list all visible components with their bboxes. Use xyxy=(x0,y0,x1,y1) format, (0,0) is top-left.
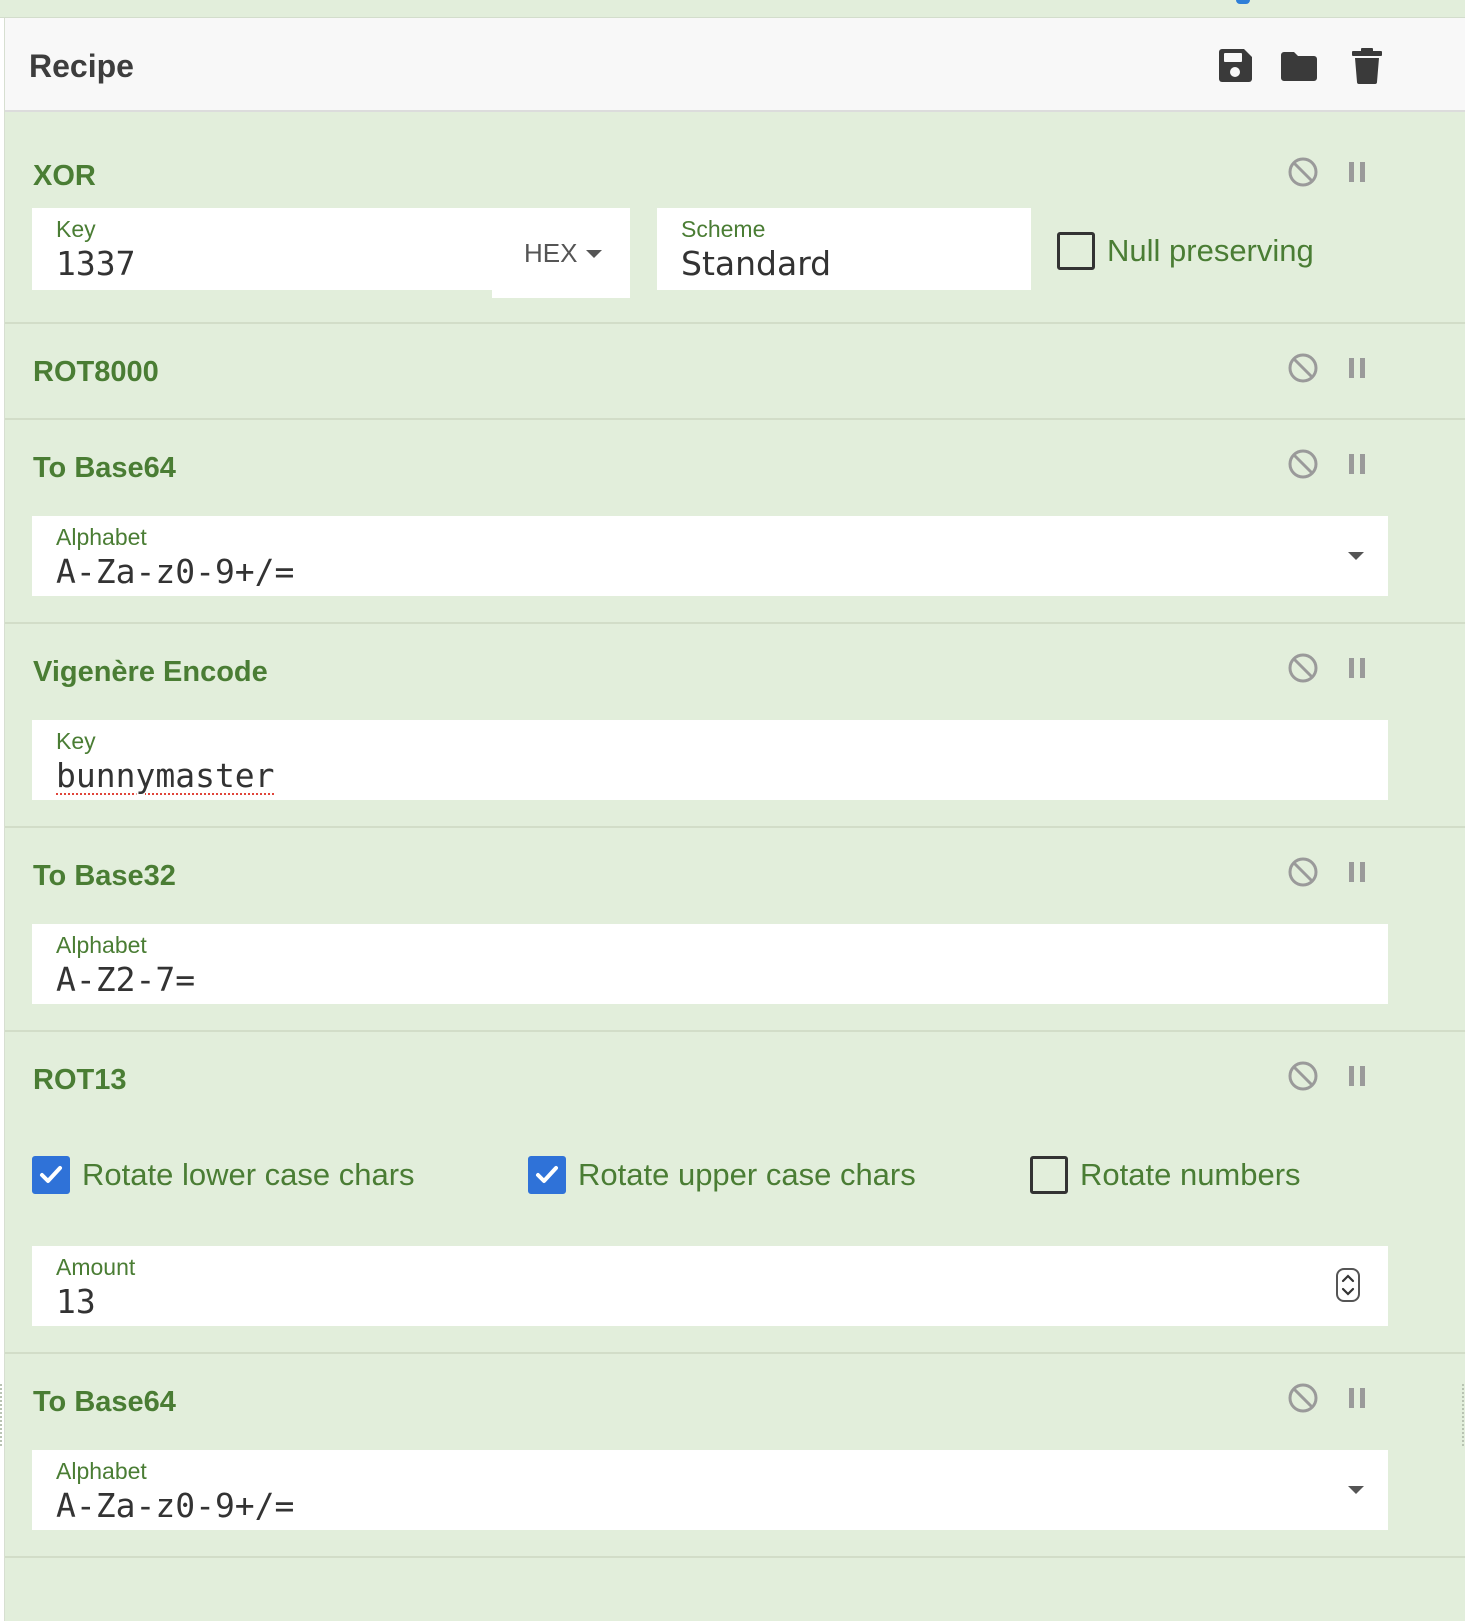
chevron-down-icon xyxy=(586,250,602,258)
operation-xor[interactable]: XOR Key 1337 HEX Scheme Standard Null pr… xyxy=(5,112,1465,324)
key-format-label: HEX xyxy=(524,238,578,268)
alphabet-value: A-Za-z0-9+/= xyxy=(56,1486,295,1525)
breakpoint-icon[interactable] xyxy=(1339,854,1375,890)
alphabet-value: A-Za-z0-9+/= xyxy=(56,552,295,591)
recipe-panel: Recipe XOR Key 1337 HEX Scheme Standard … xyxy=(4,18,1465,1621)
breakpoint-icon[interactable] xyxy=(1339,1058,1375,1094)
chevron-down-icon[interactable] xyxy=(1348,552,1364,560)
field-label: Key xyxy=(56,728,96,754)
operation-vigenere-encode[interactable]: Vigenère Encode Key bunnymaster xyxy=(5,624,1465,828)
disable-icon[interactable] xyxy=(1285,854,1321,890)
drag-handle-left xyxy=(0,1384,3,1446)
trash-icon[interactable] xyxy=(1347,46,1387,86)
recipe-header: Recipe xyxy=(5,18,1465,112)
field-label: Amount xyxy=(56,1254,136,1280)
save-icon[interactable] xyxy=(1215,46,1255,86)
checkbox-box[interactable] xyxy=(1057,232,1095,270)
chevron-down-icon[interactable] xyxy=(1348,1486,1364,1494)
checkbox-box[interactable] xyxy=(32,1156,70,1194)
operation-to-base32[interactable]: To Base32 Alphabet A-Z2-7= xyxy=(5,828,1465,1032)
breakpoint-icon[interactable] xyxy=(1339,650,1375,686)
recipe-title: Recipe xyxy=(29,48,134,84)
app-root: Recipe XOR Key 1337 HEX Scheme Standard … xyxy=(0,0,1465,1621)
checkbox-label: Rotate numbers xyxy=(1080,1157,1301,1192)
breakpoint-icon[interactable] xyxy=(1339,1380,1375,1416)
disable-icon[interactable] xyxy=(1285,1058,1321,1094)
operation-rot8000[interactable]: ROT8000 xyxy=(5,324,1465,420)
disable-icon[interactable] xyxy=(1285,1380,1321,1416)
alphabet-select[interactable]: Alphabet A-Za-z0-9+/= xyxy=(32,1450,1388,1530)
rotate-upper-checkbox[interactable]: Rotate upper case chars xyxy=(528,1156,916,1194)
disable-icon[interactable] xyxy=(1285,446,1321,482)
check-icon xyxy=(536,1166,558,1183)
disable-icon[interactable] xyxy=(1285,650,1321,686)
operation-title: To Base32 xyxy=(33,860,176,892)
field-label: Alphabet xyxy=(56,1458,147,1484)
xor-key-field[interactable]: Key 1337 xyxy=(32,208,492,290)
field-label: Key xyxy=(56,216,96,242)
operation-title: To Base64 xyxy=(33,452,176,484)
operation-title: XOR xyxy=(33,160,96,192)
operation-to-base64[interactable]: To Base64 Alphabet A-Za-z0-9+/= xyxy=(5,420,1465,624)
disable-icon[interactable] xyxy=(1285,350,1321,386)
alphabet-select[interactable]: Alphabet A-Za-z0-9+/= xyxy=(32,516,1388,596)
checkbox-label: Rotate upper case chars xyxy=(578,1157,916,1192)
amount-input[interactable]: 13 xyxy=(56,1282,96,1321)
operation-to-base64[interactable]: To Base64 Alphabet A-Za-z0-9+/= xyxy=(5,1354,1465,1558)
breakpoint-icon[interactable] xyxy=(1339,154,1375,190)
amount-stepper[interactable] xyxy=(1336,1268,1360,1302)
rotate-numbers-checkbox[interactable]: Rotate numbers xyxy=(1030,1156,1301,1194)
checkbox-box[interactable] xyxy=(1030,1156,1068,1194)
xor-scheme-field[interactable]: Scheme Standard xyxy=(657,208,1031,290)
vigenere-key-input[interactable]: bunnymaster xyxy=(56,756,275,795)
breakpoint-icon[interactable] xyxy=(1339,350,1375,386)
field-label: Scheme xyxy=(681,216,766,242)
checkbox-label: Null preserving xyxy=(1107,233,1314,268)
breakpoint-icon[interactable] xyxy=(1339,446,1375,482)
amount-field[interactable]: Amount 13 xyxy=(32,1246,1388,1326)
rotate-lower-checkbox[interactable]: Rotate lower case chars xyxy=(32,1156,415,1194)
operation-title: Vigenère Encode xyxy=(33,656,268,688)
check-icon xyxy=(40,1166,62,1183)
operation-title: ROT13 xyxy=(33,1064,127,1096)
operation-title: To Base64 xyxy=(33,1386,176,1418)
top-strip xyxy=(0,0,1465,18)
key-format-dropdown[interactable]: HEX xyxy=(492,208,630,298)
alphabet-field[interactable]: Alphabet A-Z2-7= xyxy=(32,924,1388,1004)
top-indicator xyxy=(1236,0,1250,4)
xor-key-input[interactable]: 1337 xyxy=(56,244,135,283)
field-label: Alphabet xyxy=(56,524,147,550)
folder-icon[interactable] xyxy=(1279,46,1319,86)
vigenere-key-field[interactable]: Key bunnymaster xyxy=(32,720,1388,800)
disable-icon[interactable] xyxy=(1285,154,1321,190)
operation-rot13[interactable]: ROT13 Rotate lower case chars Rotate upp… xyxy=(5,1032,1465,1354)
operation-title: ROT8000 xyxy=(33,356,159,388)
checkbox-box[interactable] xyxy=(528,1156,566,1194)
xor-scheme-select[interactable]: Standard xyxy=(681,244,831,283)
checkbox-label: Rotate lower case chars xyxy=(82,1157,415,1192)
null-preserving-checkbox[interactable]: Null preserving xyxy=(1057,232,1314,270)
alphabet-input[interactable]: A-Z2-7= xyxy=(56,960,195,999)
field-label: Alphabet xyxy=(56,932,147,958)
